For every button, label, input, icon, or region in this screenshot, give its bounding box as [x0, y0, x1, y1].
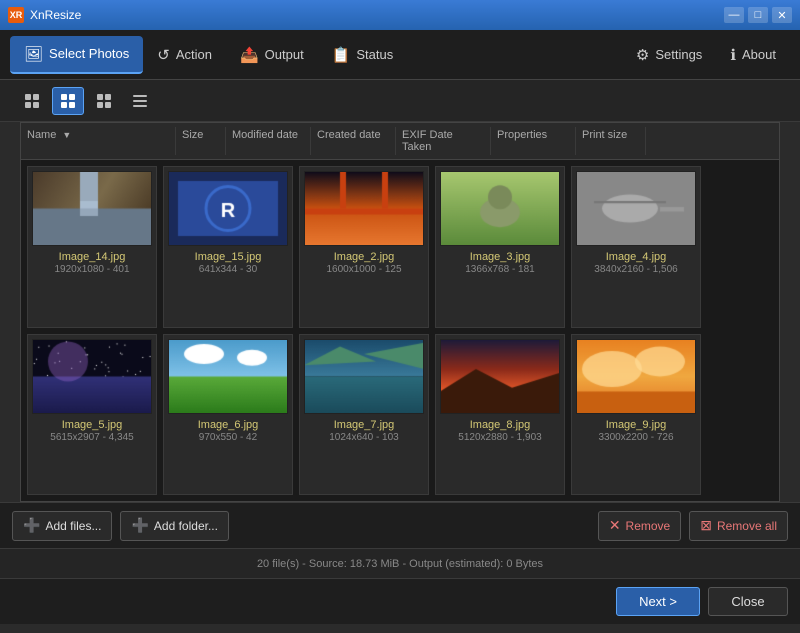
file-item-info: 641x344 - 30 [199, 264, 257, 275]
file-item[interactable]: Image_15.jpg641x344 - 30 [163, 166, 293, 328]
add-folder-label: Add folder... [154, 519, 218, 533]
view-list-button[interactable] [124, 87, 156, 115]
file-item[interactable]: Image_3.jpg1366x768 - 181 [435, 166, 565, 328]
menu-about-label: About [742, 47, 776, 62]
menu-bar: 🖼 Select Photos ↺ Action 📤 Output 📋 Stat… [0, 30, 800, 80]
menu-select-photos[interactable]: 🖼 Select Photos [10, 36, 143, 74]
about-icon: ℹ [730, 46, 736, 64]
app-title: XnResize [30, 8, 81, 22]
remove-all-icon: ⊠ [700, 517, 712, 534]
window-close-button[interactable]: ✕ [772, 7, 792, 23]
file-item-info: 1366x768 - 181 [465, 264, 535, 275]
view-grid-large-button[interactable] [88, 87, 120, 115]
file-item-name: Image_15.jpg [195, 250, 262, 264]
file-item[interactable]: Image_5.jpg5615x2907 - 4,345 [27, 334, 157, 496]
file-item[interactable]: Image_8.jpg5120x2880 - 1,903 [435, 334, 565, 496]
file-item-info: 1600x1000 - 125 [326, 264, 401, 275]
remove-label: Remove [626, 519, 671, 533]
settings-icon: ⚙ [636, 46, 649, 64]
col-header-name[interactable]: Name ▼ [21, 127, 176, 155]
maximize-button[interactable]: □ [748, 7, 768, 23]
title-bar: XR XnResize — □ ✕ [0, 0, 800, 30]
remove-button[interactable]: ✕ Remove [598, 511, 681, 541]
file-item-name: Image_9.jpg [606, 418, 667, 432]
sort-icon: ▼ [62, 130, 71, 140]
view-grid-small-button[interactable] [16, 87, 48, 115]
minimize-button[interactable]: — [724, 7, 744, 23]
menu-settings-label: Settings [655, 47, 702, 62]
menu-action-label: Action [176, 47, 212, 62]
col-header-exif[interactable]: EXIF Date Taken [396, 127, 491, 155]
output-icon: 📤 [240, 46, 259, 64]
menu-status-label: Status [356, 47, 393, 62]
status-bar: 20 file(s) - Source: 18.73 MiB - Output … [0, 548, 800, 578]
footer-bar: Next > Close [0, 578, 800, 624]
remove-all-label: Remove all [717, 519, 777, 533]
select-photos-icon: 🖼 [24, 45, 43, 63]
file-item[interactable]: Image_7.jpg1024x640 - 103 [299, 334, 429, 496]
file-item[interactable]: Image_14.jpg1920x1080 - 401 [27, 166, 157, 328]
file-item[interactable]: Image_9.jpg3300x2200 - 726 [571, 334, 701, 496]
file-item[interactable]: Image_6.jpg970x550 - 42 [163, 334, 293, 496]
menu-about[interactable]: ℹ About [716, 36, 790, 74]
remove-icon: ✕ [609, 517, 621, 534]
view-toolbar [0, 80, 800, 122]
file-item[interactable]: Image_2.jpg1600x1000 - 125 [299, 166, 429, 328]
add-files-button[interactable]: ➕ Add files... [12, 511, 112, 541]
col-header-created[interactable]: Created date [311, 127, 396, 155]
col-header-print-size[interactable]: Print size [576, 127, 646, 155]
add-folder-icon: ➕ [131, 517, 148, 534]
file-grid: Image_14.jpg1920x1080 - 401Image_15.jpg6… [21, 160, 779, 501]
action-icon: ↺ [157, 46, 170, 64]
status-icon: 📋 [332, 46, 351, 64]
next-button[interactable]: Next > [616, 587, 700, 616]
file-list-header: Name ▼ Size Modified date Created date E… [21, 123, 779, 160]
file-item-info: 1920x1080 - 401 [54, 264, 129, 275]
menu-select-photos-label: Select Photos [49, 46, 129, 61]
menu-status[interactable]: 📋 Status [318, 36, 408, 74]
menu-action[interactable]: ↺ Action [143, 36, 226, 74]
bottom-action-bar: ➕ Add files... ➕ Add folder... ✕ Remove … [0, 502, 800, 548]
file-item-info: 1024x640 - 103 [329, 432, 399, 443]
col-header-properties[interactable]: Properties [491, 127, 576, 155]
file-item-name: Image_3.jpg [470, 250, 531, 264]
add-files-icon: ➕ [23, 517, 40, 534]
menu-settings[interactable]: ⚙ Settings [622, 36, 716, 74]
file-item-name: Image_7.jpg [334, 418, 395, 432]
file-item-name: Image_2.jpg [334, 250, 395, 264]
add-files-label: Add files... [45, 519, 101, 533]
app-icon: XR [8, 7, 24, 23]
col-header-modified[interactable]: Modified date [226, 127, 311, 155]
file-list-container: Name ▼ Size Modified date Created date E… [20, 122, 780, 502]
file-item-name: Image_14.jpg [59, 250, 126, 264]
file-item-name: Image_4.jpg [606, 250, 667, 264]
file-item-info: 3840x2160 - 1,506 [594, 264, 677, 275]
menu-output-label: Output [265, 47, 304, 62]
add-folder-button[interactable]: ➕ Add folder... [120, 511, 228, 541]
file-item-name: Image_6.jpg [198, 418, 259, 432]
file-item-info: 5120x2880 - 1,903 [458, 432, 541, 443]
menu-output[interactable]: 📤 Output [226, 36, 318, 74]
file-item[interactable]: Image_4.jpg3840x2160 - 1,506 [571, 166, 701, 328]
remove-all-button[interactable]: ⊠ Remove all [689, 511, 788, 541]
file-item-info: 3300x2200 - 726 [598, 432, 673, 443]
file-item-info: 970x550 - 42 [199, 432, 257, 443]
view-grid-medium-button[interactable] [52, 87, 84, 115]
col-header-size[interactable]: Size [176, 127, 226, 155]
file-item-name: Image_5.jpg [62, 418, 123, 432]
file-item-name: Image_8.jpg [470, 418, 531, 432]
file-item-info: 5615x2907 - 4,345 [50, 432, 133, 443]
close-button[interactable]: Close [708, 587, 788, 616]
status-text: 20 file(s) - Source: 18.73 MiB - Output … [257, 558, 543, 570]
